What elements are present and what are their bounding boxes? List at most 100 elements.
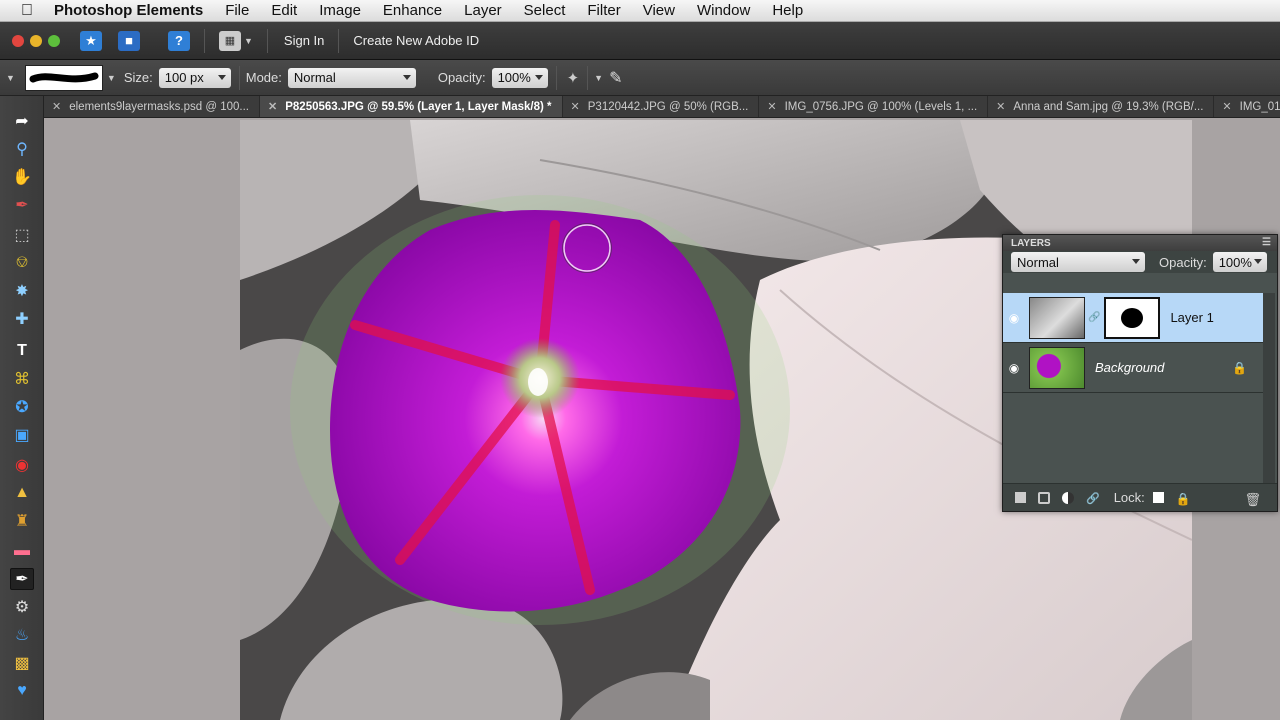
help-icon[interactable]: ? xyxy=(168,30,190,51)
healing-brush-tool-icon[interactable]: ▲ xyxy=(10,482,34,504)
layers-panel-header[interactable]: LAYERS ☰ xyxy=(1003,235,1277,251)
document-tabs: ✕ elements9layermasks.psd @ 100... ✕ P8250… xyxy=(44,96,1280,118)
close-tab-icon[interactable]: ✕ xyxy=(571,100,580,113)
type-tool-icon[interactable]: T xyxy=(10,340,34,362)
layer-name: Background xyxy=(1095,360,1165,375)
link-icon[interactable]: 🔗 xyxy=(1088,312,1100,323)
quick-selection-tool-icon[interactable]: ✚ xyxy=(10,308,34,330)
brush-tool-icon[interactable]: ✒ xyxy=(10,568,34,590)
brush-settings-dropdown-icon[interactable]: ▼ xyxy=(594,73,603,83)
lock-transparency-icon[interactable] xyxy=(1152,492,1164,503)
apple-icon[interactable]:  xyxy=(0,2,54,20)
mode-select[interactable]: Normal xyxy=(287,67,416,88)
document-tab-active[interactable]: ✕ P8250563.JPG @ 59.5% (Layer 1, Layer Ma… xyxy=(260,96,563,117)
opacity-value: 100% xyxy=(497,70,531,85)
close-tab-icon[interactable]: ✕ xyxy=(1222,100,1231,113)
cookie-cutter-tool-icon[interactable]: ✪ xyxy=(10,396,34,418)
panel-menu-icon[interactable]: ☰ xyxy=(1262,237,1271,248)
layer-name: Layer 1 xyxy=(1170,310,1214,325)
close-tab-icon[interactable]: ✕ xyxy=(996,100,1005,113)
menu-view[interactable]: View xyxy=(643,2,675,19)
red-eye-tool-icon[interactable]: ◉ xyxy=(10,454,34,476)
smart-brush-tool-icon[interactable]: ⚙ xyxy=(10,596,34,618)
brush-dropdown-icon[interactable]: ▼ xyxy=(107,73,116,83)
straighten-tool-icon[interactable]: ▣ xyxy=(10,424,34,446)
layer-row-background[interactable]: ◉ Background 🔒 xyxy=(1003,343,1263,393)
menu-select[interactable]: Select xyxy=(524,2,566,19)
layers-panel: LAYERS ☰ Normal Opacity: 100% ◉ 🔗 Layer … xyxy=(1002,234,1278,512)
sign-in-link[interactable]: Sign In xyxy=(284,33,324,48)
layer-row-layer1[interactable]: ◉ 🔗 Layer 1 xyxy=(1003,293,1263,343)
create-adobe-id-link[interactable]: Create New Adobe ID xyxy=(353,33,479,48)
lock-all-icon[interactable]: 🔒 xyxy=(1176,492,1191,506)
menu-window[interactable]: Window xyxy=(697,2,750,19)
move-tool-icon[interactable]: ➦ xyxy=(10,110,34,132)
layout-icon[interactable]: ▦ xyxy=(219,30,241,51)
add-mask-icon[interactable] xyxy=(1038,491,1050,504)
layer-mask-thumbnail[interactable] xyxy=(1104,296,1161,339)
new-file-icon[interactable]: ★ xyxy=(80,30,102,51)
layers-scrollbar[interactable] xyxy=(1263,293,1275,483)
brush-settings-icon[interactable]: ✎ xyxy=(609,68,622,88)
hand-tool-icon[interactable]: ✋ xyxy=(10,166,34,188)
document-tab[interactable]: ✕ IMG_0756.JPG @ 100% (Levels 1, ... xyxy=(759,96,989,117)
document-tab[interactable]: ✕ elements9layermasks.psd @ 100... xyxy=(44,96,261,117)
close-tab-icon[interactable]: ✕ xyxy=(268,100,277,113)
layer-opacity-value: 100% xyxy=(1218,254,1252,270)
zoom-window-button[interactable] xyxy=(48,34,60,47)
lock-icon: 🔒 xyxy=(1232,360,1247,375)
layer-opacity-field[interactable]: 100% xyxy=(1212,252,1267,272)
marquee-tool-icon[interactable]: ⬚ xyxy=(10,224,34,246)
menu-file[interactable]: File xyxy=(225,2,249,19)
close-tab-icon[interactable]: ✕ xyxy=(767,100,776,113)
airbrush-icon[interactable]: ✦ xyxy=(567,69,580,87)
menu-image[interactable]: Image xyxy=(319,2,361,19)
document-tab[interactable]: ✕ Anna and Sam.jpg @ 19.3% (RGB/... xyxy=(988,96,1215,117)
size-field[interactable]: 100 px xyxy=(158,67,231,88)
menu-enhance[interactable]: Enhance xyxy=(383,2,442,19)
layout-dropdown-icon[interactable]: ▼ xyxy=(244,36,253,46)
paint-bucket-tool-icon[interactable]: ♨ xyxy=(10,624,34,646)
close-tab-icon[interactable]: ✕ xyxy=(52,100,61,113)
tab-label: P3120442.JPG @ 50% (RGB... xyxy=(587,100,749,113)
brush-preview[interactable] xyxy=(24,64,103,91)
adjustment-layer-icon[interactable] xyxy=(1062,491,1074,504)
new-layer-icon[interactable] xyxy=(1015,492,1026,503)
lock-label: Lock: xyxy=(1113,490,1145,505)
tab-label: IMG_0756.JPG @ 100% (Levels 1, ... xyxy=(784,100,978,113)
menu-filter[interactable]: Filter xyxy=(587,2,620,19)
tool-preset-dropdown-icon[interactable]: ▼ xyxy=(6,73,15,83)
layers-footer: 🔗 Lock: 🔒 🗑 xyxy=(1003,483,1277,511)
gradient-tool-icon[interactable]: ▩ xyxy=(10,652,34,674)
app-menu[interactable]: Photoshop Elements xyxy=(54,2,203,19)
document-tab[interactable]: ✕ IMG_0193.JPG @ 50% xyxy=(1214,96,1280,117)
menu-help[interactable]: Help xyxy=(772,2,803,19)
divider xyxy=(266,28,268,53)
save-icon[interactable]: ■ xyxy=(118,30,140,51)
menu-edit[interactable]: Edit xyxy=(271,2,297,19)
blend-mode-select[interactable]: Normal xyxy=(1011,252,1145,272)
trash-icon[interactable]: 🗑 xyxy=(1244,492,1261,507)
eye-icon[interactable]: ◉ xyxy=(1003,311,1025,325)
shape-tool-icon[interactable]: ♥ xyxy=(10,680,34,702)
document-tab[interactable]: ✕ P3120442.JPG @ 50% (RGB... xyxy=(563,96,760,117)
close-window-button[interactable] xyxy=(12,34,24,47)
lasso-tool-icon[interactable]: ⎊ xyxy=(10,252,34,274)
clone-stamp-tool-icon[interactable]: ♜ xyxy=(10,510,34,532)
divider xyxy=(204,28,205,53)
eraser-tool-icon[interactable]: ▬ xyxy=(10,540,34,562)
size-label: Size: xyxy=(123,70,153,85)
opacity-field[interactable]: 100% xyxy=(491,67,548,88)
magic-wand-tool-icon[interactable]: ✸ xyxy=(10,280,34,302)
minimize-window-button[interactable] xyxy=(30,34,42,47)
layer-thumbnail xyxy=(1029,296,1085,339)
eye-icon[interactable]: ◉ xyxy=(1003,361,1025,375)
eyedropper-tool-icon[interactable]: ✒ xyxy=(10,194,34,216)
crop-tool-icon[interactable]: ⌘ xyxy=(10,368,34,390)
menu-layer[interactable]: Layer xyxy=(464,2,502,19)
zoom-tool-icon[interactable]: ⚲ xyxy=(10,138,34,160)
link-layers-icon[interactable]: 🔗 xyxy=(1086,492,1100,505)
tab-label: P8250563.JPG @ 59.5% (Layer 1, Layer Mas… xyxy=(285,100,552,113)
tab-label: elements9layermasks.psd @ 100... xyxy=(69,100,250,113)
opacity-label: Opacity: xyxy=(437,70,486,85)
